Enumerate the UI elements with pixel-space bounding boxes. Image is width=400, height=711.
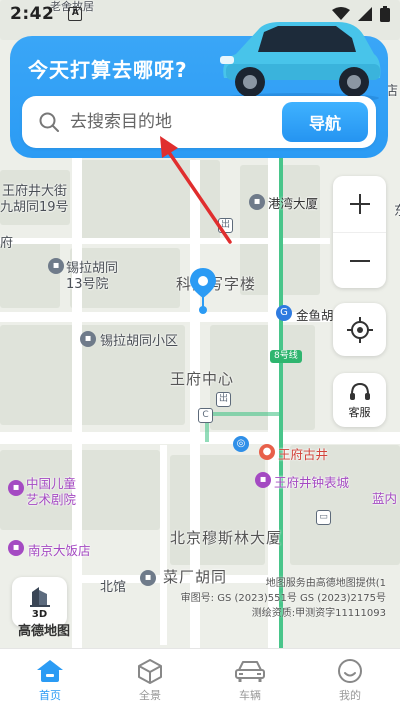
tab-label: 首页: [39, 688, 61, 702]
plus-icon: [349, 194, 370, 214]
building-icon: ▪: [249, 194, 265, 210]
cube-icon: [138, 658, 162, 684]
map-label: 东: [394, 200, 400, 219]
bank-icon: ◎: [233, 436, 249, 452]
map-road: [160, 445, 167, 645]
customer-service-button[interactable]: 客服: [333, 373, 386, 427]
card-title: 今天打算去哪呀?: [28, 58, 188, 82]
metro-station-icon: G: [276, 305, 292, 321]
annotation-arrow-icon: [160, 136, 232, 244]
tab-label: 我的: [339, 688, 361, 702]
home-icon: [37, 659, 63, 682]
building-3d-icon: [29, 587, 50, 607]
map-road: [72, 150, 82, 648]
headset-icon: [349, 382, 370, 400]
shop-icon: ▪: [255, 472, 271, 488]
poi-label[interactable]: 蓝内: [372, 488, 397, 507]
tab-mine[interactable]: 我的: [300, 649, 400, 711]
notification-icon: A: [68, 7, 83, 21]
metro-line-badge: 8号线: [270, 350, 302, 363]
map-label: 九胡同19号: [0, 200, 69, 215]
exit-icon: C: [198, 408, 213, 423]
location-pin-icon: [190, 268, 216, 314]
smile-icon: [338, 658, 362, 683]
poi-label[interactable]: 金鱼胡: [296, 305, 334, 324]
attribution-line: 地图服务由高德地图提供(1: [265, 578, 386, 589]
exit-icon: ▭: [316, 510, 331, 525]
residential-icon: ▪: [48, 258, 64, 274]
map-label: 13号院: [66, 277, 109, 292]
metro-line: [205, 412, 281, 416]
bottom-tab-bar: 首页 全景 车辆 我的: [0, 648, 400, 711]
map-road: [0, 432, 400, 444]
attribution-line: 审图号: GS (2023)551号 GS (2023)2175号: [180, 593, 386, 604]
zoom-out-button[interactable]: [333, 232, 386, 288]
landmark-icon: ●: [259, 444, 275, 460]
theater-icon: ▪: [8, 480, 24, 496]
map-label: 北馆: [100, 580, 127, 595]
poi-label[interactable]: 南京大饭店: [28, 540, 91, 559]
metro-line: [279, 150, 283, 648]
attribution-line: 测绘资质:甲测资字11111093: [251, 608, 386, 619]
map-block: [170, 455, 265, 565]
status-time: 2:42: [10, 4, 55, 24]
map-attribution: 地图服务由高德地图提供(1 审图号: GS (2023)551号 GS (202…: [181, 576, 386, 621]
poi-label[interactable]: 艺术剧院: [26, 489, 76, 508]
zoom-controls: [333, 176, 386, 288]
customer-service-label: 客服: [348, 405, 371, 419]
3d-view-label: 3D: [31, 609, 48, 620]
exit-icon: 出: [216, 392, 231, 407]
map-provider-logo: 高德地图: [18, 624, 71, 639]
poi-label[interactable]: 王府古井: [278, 444, 328, 463]
tab-panorama[interactable]: 全景: [100, 649, 200, 711]
map-label: 府: [0, 236, 14, 251]
residential-icon: ▪: [80, 331, 96, 347]
building-icon: ▪: [140, 570, 156, 586]
navigate-button[interactable]: 导航: [282, 102, 368, 142]
hotel-icon: ▪: [8, 540, 24, 556]
car-illustration: [220, 22, 381, 103]
map-label: 王府中心: [170, 370, 235, 388]
tab-vehicle[interactable]: 车辆: [200, 649, 300, 711]
locate-icon: [346, 316, 373, 343]
minus-icon: [349, 259, 370, 262]
tab-label: 车辆: [239, 688, 261, 702]
poi-label[interactable]: 港湾大厦: [268, 193, 318, 212]
poi-label[interactable]: 王府井钟表城: [274, 472, 349, 491]
locate-button[interactable]: [333, 303, 386, 356]
search-icon: [39, 112, 59, 132]
tab-label: 全景: [139, 688, 161, 702]
tab-home[interactable]: 首页: [0, 649, 100, 711]
zoom-in-button[interactable]: [333, 176, 386, 232]
map-label: 北京穆斯林大厦: [170, 529, 283, 547]
car-icon: [235, 660, 265, 682]
map-label: 锡拉胡同小区: [100, 334, 179, 349]
